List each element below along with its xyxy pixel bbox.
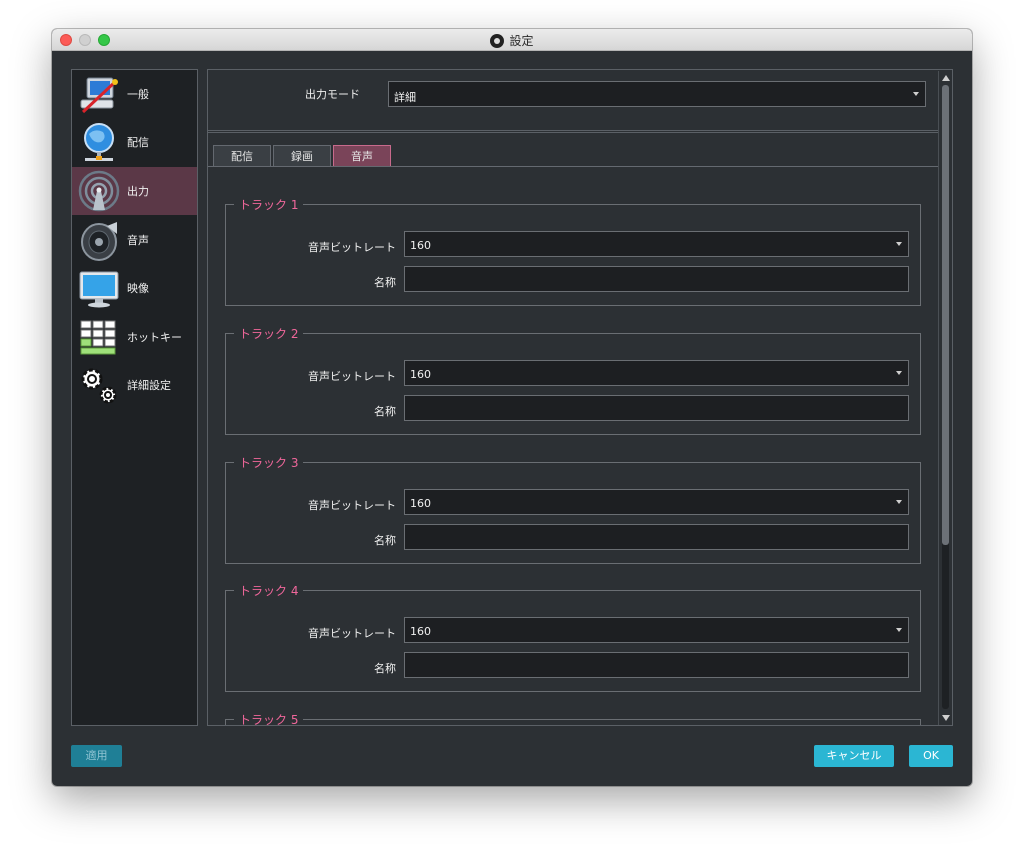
track-name-label: 名称 [374,534,396,547]
audio-tab-pane: トラック 1 音声ビットレート 160 名称 トラック 2 音声ビットレート 1… [208,166,938,725]
chevron-down-icon [896,500,902,504]
track-name-label: 名称 [374,405,396,418]
chevron-down-icon [913,92,919,96]
chevron-down-icon [896,371,902,375]
title-bar: 設定 [52,29,972,51]
video-monitor-icon [77,266,121,310]
sidebar-item-output[interactable]: 出力 [72,167,197,215]
bitrate-select[interactable]: 160 [404,617,909,643]
bitrate-select[interactable]: 160 [404,231,909,257]
stream-globe-icon [77,120,121,164]
bitrate-value: 160 [410,497,431,510]
chevron-down-icon [896,628,902,632]
chevron-down-icon [896,242,902,246]
track-name-input[interactable] [404,524,909,550]
track-group: トラック 3 音声ビットレート 160 名称 [225,454,921,564]
track-name-input[interactable] [404,652,909,678]
general-settings-icon [77,72,121,116]
window-title: 設定 [509,34,534,48]
sidebar-item-label: ホットキー [127,331,182,344]
track-name-input[interactable] [404,395,909,421]
apply-button[interactable]: 適用 [71,745,122,767]
track-group: トラック 1 音声ビットレート 160 名称 [225,196,921,306]
scroll-down-arrow-icon[interactable] [942,715,950,721]
section-divider [208,130,938,133]
bitrate-label: 音声ビットレート [308,241,396,254]
sidebar-item-label: 詳細設定 [127,379,171,392]
track-group: トラック 4 音声ビットレート 160 名称 [225,582,921,692]
sidebar-item-label: 一般 [127,88,149,101]
bitrate-value: 160 [410,625,431,638]
bitrate-value: 160 [410,368,431,381]
track-name-input[interactable] [404,266,909,292]
output-settings-panel: 出力モード 詳細 配信 録画 音声 トラック 1 音声ビットレート 160 名称 [207,69,953,726]
sidebar-item-label: 映像 [127,282,149,295]
sidebar-item-hotkeys[interactable]: ホットキー [72,313,197,361]
settings-window: 設定 一般 配信 出力 音声 映像 ホットキー 詳細設定 出力モード 詳細 配信… [52,29,972,786]
track-title: トラック 5 [234,711,304,725]
cancel-button[interactable]: キャンセル [814,745,894,767]
content-scrollbar[interactable] [938,71,952,725]
output-tabs: 配信 録画 音声 [213,145,391,167]
tab-streaming[interactable]: 配信 [213,145,271,167]
output-mode-label: 出力モード [305,88,360,101]
track-group: トラック 2 音声ビットレート 160 名称 [225,325,921,435]
tab-recording[interactable]: 録画 [273,145,331,167]
output-mode-select[interactable]: 詳細 [388,81,926,107]
audio-speaker-icon [77,218,121,262]
bitrate-select[interactable]: 160 [404,360,909,386]
sidebar-item-advanced[interactable]: 詳細設定 [72,361,197,409]
tab-audio[interactable]: 音声 [333,145,391,167]
obs-logo-icon [490,33,505,48]
track-title: トラック 4 [234,582,304,599]
track-title: トラック 1 [234,196,304,213]
window-title-group: 設定 [52,32,972,49]
output-mode-value: 詳細 [394,91,416,104]
advanced-gears-icon [77,363,121,407]
sidebar-item-label: 配信 [127,136,149,149]
sidebar-item-video[interactable]: 映像 [72,264,197,312]
track-name-label: 名称 [374,276,396,289]
bitrate-label: 音声ビットレート [308,370,396,383]
sidebar-item-audio[interactable]: 音声 [72,216,197,264]
bitrate-select[interactable]: 160 [404,489,909,515]
bitrate-value: 160 [410,239,431,252]
track-group: トラック 5 [225,711,921,725]
track-title: トラック 3 [234,454,304,471]
scrollbar-thumb[interactable] [942,85,949,545]
bitrate-label: 音声ビットレート [308,627,396,640]
scroll-up-arrow-icon[interactable] [942,75,950,81]
track-name-label: 名称 [374,662,396,675]
sidebar-item-label: 音声 [127,234,149,247]
settings-sidebar: 一般 配信 出力 音声 映像 ホットキー 詳細設定 [71,69,198,726]
track-title: トラック 2 [234,325,304,342]
sidebar-item-label: 出力 [127,185,149,198]
sidebar-item-general[interactable]: 一般 [72,70,197,118]
ok-button[interactable]: OK [909,745,953,767]
hotkeys-keyboard-icon [77,315,121,359]
sidebar-item-stream[interactable]: 配信 [72,118,197,166]
output-broadcast-icon [77,169,121,213]
bitrate-label: 音声ビットレート [308,499,396,512]
